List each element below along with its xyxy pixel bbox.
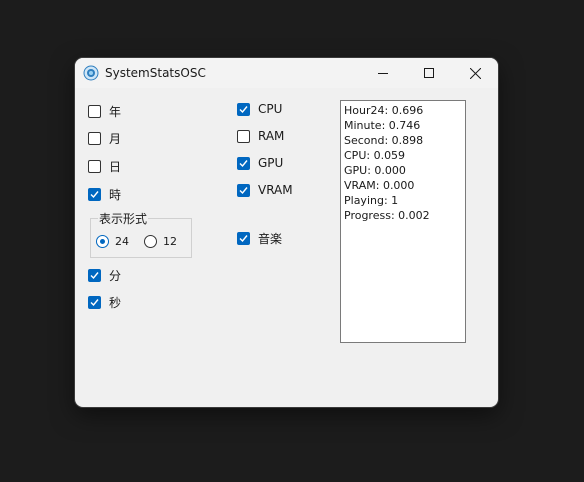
year-label: 年 [109,104,122,119]
stat-line: Progress: 0.002 [344,209,430,222]
minute-checkbox[interactable]: 分 [88,267,121,283]
minimize-icon [378,73,388,74]
music-label: 音楽 [258,231,283,246]
window-title: SystemStatsOSC [105,66,206,80]
checkmark-icon [90,271,99,279]
format-12-label: 12 [163,234,177,248]
ram-label: RAM [258,129,285,143]
checkbox-box [88,268,101,282]
checkbox-box [237,231,250,245]
app-window: SystemStatsOSC 年 月 日 時 表示形式 24 12 分 秒 CP… [75,58,498,407]
hour-label: 時 [109,187,122,202]
maximize-button[interactable] [406,58,452,88]
close-button[interactable] [452,58,498,88]
stat-line: Second: 0.898 [344,134,424,147]
checkbox-box [237,183,250,197]
checkmark-icon [239,159,248,167]
cpu-label: CPU [258,102,283,116]
second-label: 秒 [109,295,122,310]
stat-line: Minute: 0.746 [344,119,421,132]
checkbox-box [88,187,101,201]
checkmark-icon [90,190,99,198]
stat-line: VRAM: 0.000 [344,179,415,192]
format-24-label: 24 [115,234,129,248]
day-label: 日 [109,159,122,174]
maximize-icon [424,68,434,78]
app-icon [83,65,99,81]
minimize-button[interactable] [360,58,406,88]
radio-circle [144,234,157,248]
checkmark-icon [239,105,248,113]
checkbox-box [88,295,101,309]
stat-line: Playing: 1 [344,194,399,207]
format-12-radio[interactable]: 12 [144,233,177,249]
cpu-checkbox[interactable]: CPU [237,101,282,117]
close-icon [469,67,481,79]
checkbox-box [88,159,101,173]
format-24-radio[interactable]: 24 [96,233,129,249]
hour-checkbox[interactable]: 時 [88,186,121,202]
checkmark-icon [239,186,248,194]
stat-line: Hour24: 0.696 [344,104,424,117]
stat-line: GPU: 0.000 [344,164,406,177]
checkbox-box [237,102,250,116]
vram-checkbox[interactable]: VRAM [237,182,293,198]
checkbox-box [88,104,101,118]
month-label: 月 [109,131,122,146]
music-checkbox[interactable]: 音楽 [237,230,282,246]
stat-line: CPU: 0.059 [344,149,406,162]
radio-circle [96,234,109,248]
month-checkbox[interactable]: 月 [88,130,121,146]
checkbox-box [88,131,101,145]
ram-checkbox[interactable]: RAM [237,128,284,144]
day-checkbox[interactable]: 日 [88,158,121,174]
vram-label: VRAM [258,183,293,197]
display-format-title: 表示形式 [98,210,149,227]
second-checkbox[interactable]: 秒 [88,294,121,310]
checkbox-box [237,129,250,143]
stats-output[interactable]: Hour24: 0.696 Minute: 0.746 Second: 0.89… [340,100,466,343]
checkbox-box [237,156,250,170]
minute-label: 分 [109,268,122,283]
year-checkbox[interactable]: 年 [88,103,121,119]
gpu-checkbox[interactable]: GPU [237,155,283,171]
title-bar[interactable]: SystemStatsOSC [75,58,498,88]
checkmark-icon [239,234,248,242]
gpu-label: GPU [258,156,284,170]
checkmark-icon [90,298,99,306]
